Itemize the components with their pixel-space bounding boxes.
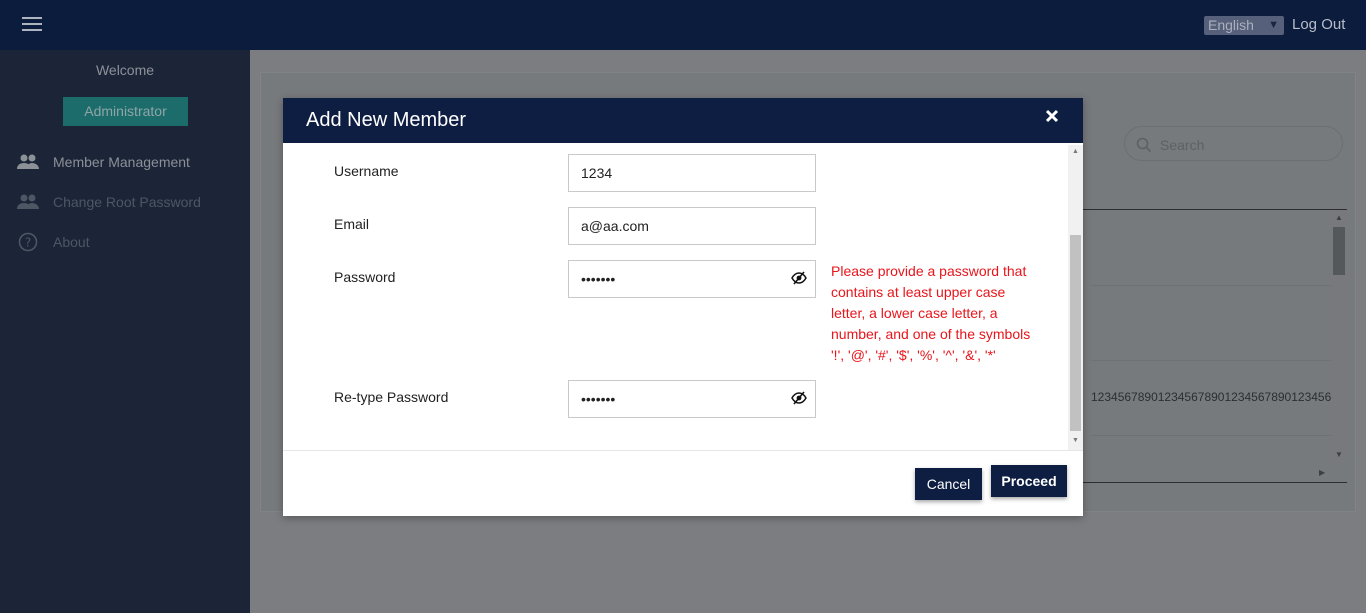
sidebar-item-label: Change Root Password [53, 194, 201, 210]
sidebar-item-change-root-password[interactable]: Change Root Password [16, 190, 201, 214]
dialog-footer-divider [283, 450, 1083, 451]
password-label: Password [334, 269, 396, 285]
chevron-down-icon: ▼ [1268, 19, 1279, 31]
table-row-divider [1091, 435, 1331, 436]
email-label: Email [334, 216, 370, 232]
eye-slash-icon[interactable] [791, 391, 807, 405]
menu-icon[interactable] [22, 17, 42, 33]
sidebar-item-about[interactable]: ? About [16, 230, 90, 254]
top-bar: English ▼ Log Out [0, 0, 1366, 50]
table-scrollbar[interactable]: ▲ ▼ [1331, 210, 1347, 462]
table-row-divider [1091, 285, 1331, 286]
table-row-divider [1091, 360, 1331, 361]
language-select[interactable]: English ▼ [1204, 16, 1284, 35]
email-field[interactable] [568, 207, 816, 245]
sidebar-item-label: About [53, 234, 90, 250]
cancel-button[interactable]: Cancel [915, 468, 982, 500]
search-placeholder: Search [1160, 137, 1205, 153]
scrollbar-thumb[interactable] [1070, 235, 1081, 431]
dialog-body: Username Email Password Please provide a… [283, 143, 1083, 450]
role-badge: Administrator [63, 97, 188, 126]
username-label: Username [334, 163, 399, 179]
table-cell: 1234567890123456789012345678901234567890… [1091, 390, 1331, 404]
people-icon [16, 152, 40, 172]
dialog-title: Add New Member [306, 109, 467, 131]
scrollbar-thumb[interactable] [1333, 227, 1345, 275]
scroll-up-arrow-icon[interactable]: ▲ [1072, 148, 1079, 155]
proceed-button[interactable]: Proceed [991, 465, 1067, 497]
help-circle-icon: ? [16, 232, 40, 252]
scroll-down-arrow-icon[interactable]: ▼ [1072, 437, 1079, 444]
scroll-down-arrow-icon[interactable]: ▼ [1335, 450, 1343, 459]
sidebar: Welcome Administrator Member Management … [0, 50, 250, 613]
search-input[interactable]: Search [1124, 126, 1343, 161]
add-member-dialog: Add New Member Username Email Password P… [283, 98, 1083, 516]
search-icon [1136, 137, 1152, 158]
sidebar-item-member-management[interactable]: Member Management [16, 150, 190, 174]
retype-password-field[interactable] [568, 380, 816, 418]
logout-link[interactable]: Log Out [1292, 16, 1345, 33]
welcome-text: Welcome [95, 62, 155, 78]
password-error-message: Please provide a password that contains … [831, 263, 1031, 363]
eye-slash-icon[interactable] [791, 271, 807, 285]
password-field[interactable] [568, 260, 816, 298]
scroll-right-arrow-icon[interactable]: ▶ [1319, 468, 1325, 477]
close-icon[interactable] [1044, 108, 1060, 124]
dialog-scrollbar[interactable]: ▲ ▼ [1068, 145, 1083, 450]
retype-password-label: Re-type Password [334, 389, 449, 405]
scroll-up-arrow-icon[interactable]: ▲ [1335, 213, 1343, 222]
username-field[interactable] [568, 154, 816, 192]
sidebar-item-label: Member Management [53, 154, 190, 170]
dialog-header: Add New Member [283, 98, 1083, 143]
language-select-value: English [1208, 17, 1254, 33]
people-icon [16, 192, 40, 212]
svg-text:?: ? [25, 236, 31, 250]
